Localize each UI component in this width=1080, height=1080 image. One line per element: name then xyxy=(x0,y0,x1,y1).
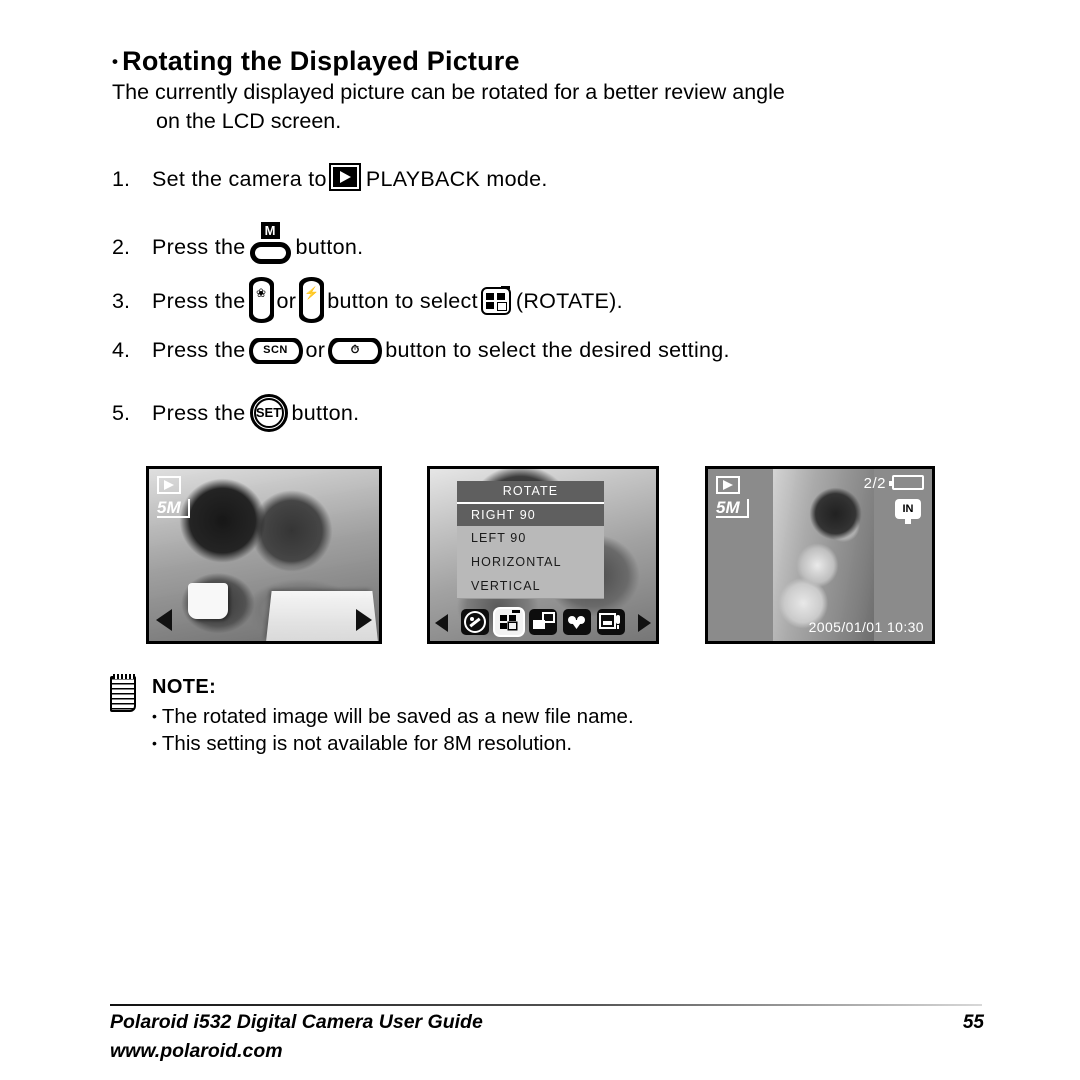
effect-icon[interactable] xyxy=(461,609,489,635)
note-line-2: • This setting is not available for 8M re… xyxy=(152,730,634,757)
menu-item-right-90[interactable]: RIGHT 90 xyxy=(457,504,604,526)
macro-flower-glyph: ❀ xyxy=(256,286,267,300)
lcd-screen-rotate-menu: ROTATE RIGHT 90 LEFT 90 HORIZONTAL VERTI… xyxy=(427,466,659,644)
step-4: 4. Press the SCN or ⏱ button to select the de… xyxy=(112,337,730,364)
set-button-icon: SET xyxy=(249,394,288,432)
page-title: • Rotating the Displayed Picture xyxy=(112,46,520,77)
intro-paragraph: The currently displayed picture can be r… xyxy=(112,78,984,136)
preview-photo xyxy=(149,469,379,641)
rotate-icon-cell xyxy=(485,293,494,300)
note-bullet-icon: • xyxy=(152,708,157,724)
step-1-number: 1. xyxy=(112,167,130,191)
right-rocker-flash-icon: ⚡ xyxy=(299,277,325,323)
intro-line-1: The currently displayed picture can be r… xyxy=(112,80,785,104)
rotate-menu-title: ROTATE xyxy=(457,481,604,504)
step-2-number: 2. xyxy=(112,235,130,259)
step-1-text-before: Set the camera to xyxy=(152,167,327,191)
rotate-icon[interactable] xyxy=(495,609,523,635)
step-3-text-after: (ROTATE). xyxy=(515,289,623,313)
step-5-text-after: button. xyxy=(291,401,360,425)
step-3-text-before: Press the xyxy=(152,289,246,313)
heading-bullet-icon: • xyxy=(112,52,119,71)
up-rocker-scn-icon: SCN xyxy=(248,338,303,364)
note-line-1: • The rotated image will be saved as a ne… xyxy=(152,703,634,730)
image-counter: 2/2 xyxy=(863,475,886,492)
step-2: 2. Press the Mbutton. xyxy=(112,222,363,268)
toolbar-next-arrow-icon[interactable] xyxy=(638,614,651,632)
resolution-badge: 5M xyxy=(716,499,749,518)
footer-guide-title: Polaroid i532 Digital Camera User Guide xyxy=(110,1011,483,1033)
menu-item-left-90[interactable]: LEFT 90 xyxy=(457,526,604,550)
playback-mode-icon xyxy=(157,476,181,494)
down-rocker-timer-icon: ⏱ xyxy=(328,338,383,364)
step-5-text-before: Press the xyxy=(152,401,246,425)
timestamp: 2005/01/01 10:30 xyxy=(808,619,924,635)
step-3-text-middle: button to select xyxy=(327,289,478,313)
notepad-icon xyxy=(110,674,136,712)
playback-icon xyxy=(330,165,359,189)
rotate-icon-cell xyxy=(496,293,505,300)
next-arrow-icon[interactable] xyxy=(356,609,372,631)
rotate-icon-arrow xyxy=(500,286,510,289)
note-title: NOTE: xyxy=(152,676,217,698)
rotated-photo xyxy=(772,469,874,641)
prev-arrow-icon[interactable] xyxy=(156,609,172,631)
rotate-icon-cell xyxy=(496,302,507,311)
step-5-number: 5. xyxy=(112,401,130,425)
resolution-badge: 5M xyxy=(157,499,190,518)
step-2-text-before: Press the xyxy=(152,235,246,259)
page-number: 55 xyxy=(962,1012,984,1033)
note-line-1-text: The rotated image will be saved as a new… xyxy=(161,705,634,728)
heading-text: Rotating the Displayed Picture xyxy=(122,46,520,76)
footer-text: Polaroid i532 Digital Camera User Guide … xyxy=(110,1008,483,1066)
step-3-conjunction: or xyxy=(276,289,297,313)
favorite-heart-icon[interactable] xyxy=(563,609,591,635)
step-1-text-after: PLAYBACK mode. xyxy=(365,167,548,191)
note-body: • The rotated image will be saved as a ne… xyxy=(152,703,634,757)
lcd-screen-playback: 5M xyxy=(146,466,382,644)
rotate-icon-cell xyxy=(485,302,494,309)
step-4-text-before: Press the xyxy=(152,338,246,362)
rotate-menu-panel: ROTATE RIGHT 90 LEFT 90 HORIZONTAL VERTI… xyxy=(457,481,604,599)
set-label: SET xyxy=(255,405,282,420)
menu-button-pill xyxy=(249,242,291,264)
battery-icon xyxy=(889,475,924,490)
voice-memo-icon[interactable] xyxy=(597,609,625,635)
photo-mug xyxy=(188,582,229,619)
step-4-conjunction: or xyxy=(305,338,326,362)
note-bullet-icon: • xyxy=(152,735,157,751)
playback-mode-icon xyxy=(716,476,740,494)
menu-button-icon: M xyxy=(248,222,294,268)
step-4-number: 4. xyxy=(112,338,130,362)
self-timer-glyph: ⏱ xyxy=(350,344,360,356)
step-5: 5. Press the SET button. xyxy=(112,394,359,432)
scn-label: SCN xyxy=(263,344,288,356)
rotate-menu-icon xyxy=(480,286,511,315)
resize-icon[interactable] xyxy=(529,609,557,635)
menu-item-vertical[interactable]: VERTICAL xyxy=(457,574,604,598)
step-3: 3. Press the ❀ or ⚡ button to select (ROTATE). xyxy=(112,277,623,323)
flash-bolt-glyph: ⚡ xyxy=(304,286,320,300)
menu-button-m-label: M xyxy=(260,222,280,239)
step-2-text-after: button. xyxy=(295,235,364,259)
step-3-number: 3. xyxy=(112,289,130,313)
left-rocker-macro-icon: ❀ xyxy=(248,277,274,323)
internal-memory-badge: IN xyxy=(895,499,921,524)
playback-toolbar xyxy=(430,607,656,637)
step-4-text-after: button to select the desired setting. xyxy=(385,338,730,362)
footer-url: www.polaroid.com xyxy=(110,1040,283,1062)
menu-item-horizontal[interactable]: HORIZONTAL xyxy=(457,550,604,574)
manual-page: • Rotating the Displayed Picture The curr… xyxy=(0,0,1080,1080)
lcd-screen-rotated-result: 5M 2/2 IN 2005/01/01 10:30 xyxy=(705,466,935,644)
toolbar-prev-arrow-icon[interactable] xyxy=(435,614,448,632)
footer-divider xyxy=(110,1004,982,1006)
intro-line-2: on the LCD screen. xyxy=(156,109,342,133)
step-1: 1. Set the camera to PLAYBACK mode. xyxy=(112,165,548,192)
note-line-2-text: This setting is not available for 8M res… xyxy=(161,732,573,755)
